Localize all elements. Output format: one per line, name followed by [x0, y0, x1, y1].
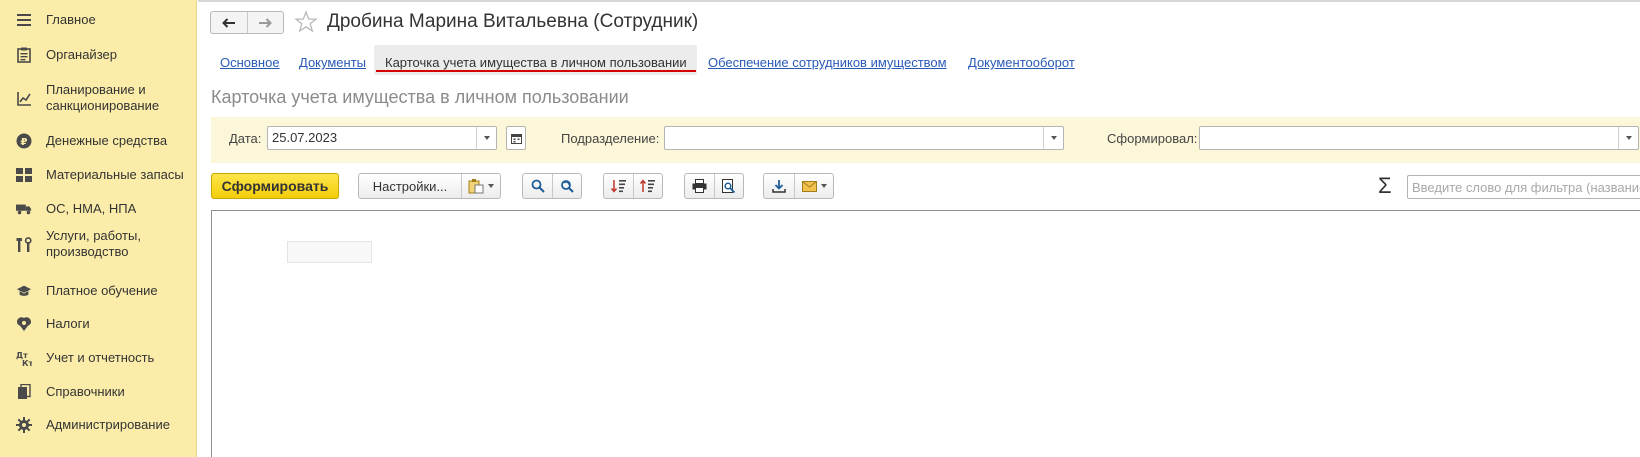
sum-icon[interactable]: Σ — [1378, 175, 1392, 197]
download-icon — [772, 180, 786, 193]
menu-icon — [16, 12, 32, 28]
inventory-grid-icon — [16, 167, 32, 183]
tab-documents[interactable]: Документы — [299, 55, 366, 70]
filter-input[interactable] — [1407, 175, 1640, 199]
sidebar-item-money[interactable]: ₽ Денежные средства — [0, 133, 196, 149]
gear-icon — [16, 417, 32, 433]
sidebar-item-label: Услуги, работы, производство — [46, 228, 141, 259]
back-button[interactable] — [211, 12, 247, 33]
settings-group: Настройки... — [358, 173, 501, 199]
arrow-left-icon — [222, 17, 235, 28]
search-icon — [531, 179, 545, 193]
sidebar-item-label: Учет и отчетность — [46, 350, 155, 365]
print-preview-button[interactable] — [714, 174, 743, 198]
print-group — [684, 173, 744, 199]
sidebar-item-planning[interactable]: Планирование и санкционирование — [0, 82, 196, 116]
tab-document-flow[interactable]: Документооборот — [968, 55, 1075, 70]
active-tab-indicator — [376, 70, 696, 72]
print-button[interactable] — [685, 174, 714, 198]
sidebar-item-label: Денежные средства — [46, 133, 168, 148]
envelope-icon — [801, 180, 817, 192]
emblem-icon — [16, 316, 32, 332]
tools-icon — [16, 237, 32, 253]
sort-ascending-button[interactable] — [604, 174, 633, 198]
forward-button[interactable] — [246, 12, 283, 33]
sort-descending-icon — [640, 179, 655, 193]
page-title: Дробина Марина Витальевна (Сотрудник) — [327, 11, 699, 32]
sidebar-item-label: Материальные запасы — [46, 167, 184, 182]
date-label: Дата: — [229, 131, 262, 146]
top-divider — [198, 0, 1640, 2]
sidebar-item-materials[interactable]: Материальные запасы — [0, 167, 196, 183]
find-button[interactable] — [523, 174, 552, 198]
history-nav — [210, 11, 284, 34]
subdivision-dropdown-button[interactable] — [1043, 127, 1063, 149]
sidebar-item-paid-education[interactable]: Платное обучение — [0, 283, 196, 299]
sidebar-item-label: ОС, НМА, НПА — [46, 201, 137, 216]
sidebar-item-label: Администрирование — [46, 417, 170, 432]
books-icon — [16, 384, 32, 400]
tab-main[interactable]: Основное — [220, 55, 280, 70]
sidebar-item-label: Налоги — [46, 316, 90, 331]
report-empty-cell — [287, 241, 372, 263]
favorite-star-icon[interactable] — [294, 10, 318, 34]
export-group — [763, 173, 834, 199]
report-variants-icon — [468, 179, 484, 194]
generate-button[interactable]: Сформировать — [211, 173, 339, 199]
send-email-button[interactable] — [794, 174, 833, 198]
subdivision-field[interactable] — [664, 126, 1064, 150]
chevron-down-icon — [488, 184, 494, 188]
calendar-icon — [510, 133, 522, 144]
svg-text:Кт: Кт — [22, 359, 32, 366]
sidebar-item-taxes[interactable]: Налоги — [0, 316, 196, 332]
sidebar-item-label: Главное — [46, 12, 96, 27]
truck-icon — [16, 201, 32, 217]
debit-credit-icon: Дт Кт — [16, 350, 32, 366]
planning-chart-icon — [16, 91, 32, 107]
print-preview-icon — [722, 178, 736, 193]
clipboard-icon — [16, 47, 32, 63]
sidebar: Главное Органайзер Планирование и санкци… — [0, 0, 197, 457]
sidebar-item-main[interactable]: Главное — [0, 12, 196, 28]
report-parameters: Дата: 25.07.2023 Подразделение: Сформиро… — [211, 117, 1640, 163]
sidebar-item-organizer[interactable]: Органайзер — [0, 47, 196, 63]
subdivision-label: Подразделение: — [561, 131, 660, 146]
report-document[interactable] — [211, 210, 1640, 457]
tab-employee-provisioning[interactable]: Обеспечение сотрудников имуществом — [708, 55, 947, 70]
arrow-right-icon — [259, 17, 273, 28]
sort-ascending-icon — [610, 180, 626, 193]
calendar-button[interactable] — [506, 126, 526, 150]
tab-property-card[interactable]: Карточка учета имущества в личном пользо… — [385, 55, 687, 70]
ruble-coin-icon: ₽ — [16, 133, 32, 149]
sidebar-item-services[interactable]: Услуги, работы, производство — [0, 228, 196, 262]
save-button[interactable] — [764, 174, 794, 198]
date-value: 25.07.2023 — [272, 130, 338, 145]
date-dropdown-button[interactable] — [476, 127, 496, 149]
svg-text:₽: ₽ — [21, 137, 28, 148]
formed-by-label: Сформировал: — [1107, 131, 1198, 146]
printer-icon — [692, 179, 707, 193]
sidebar-item-label: Платное обучение — [46, 283, 158, 298]
graduation-cap-icon — [16, 283, 32, 299]
sort-descending-button[interactable] — [633, 174, 662, 198]
sidebar-item-accounting[interactable]: Дт Кт Учет и отчетность — [0, 350, 196, 366]
variants-button[interactable] — [461, 174, 500, 198]
sort-group — [603, 173, 663, 199]
find-next-button[interactable] — [552, 174, 581, 198]
sidebar-item-directories[interactable]: Справочники — [0, 384, 196, 400]
sidebar-item-fixed-assets[interactable]: ОС, НМА, НПА — [0, 201, 196, 217]
settings-button[interactable]: Настройки... — [359, 174, 461, 198]
sidebar-item-administration[interactable]: Администрирование — [0, 417, 196, 433]
sidebar-item-label: Планирование и санкционирование — [46, 82, 160, 113]
date-field[interactable]: 25.07.2023 — [267, 126, 497, 150]
sidebar-item-label: Справочники — [46, 384, 125, 399]
chevron-down-icon — [820, 184, 827, 188]
formed-by-dropdown-button[interactable] — [1618, 127, 1638, 149]
search-group — [522, 173, 582, 199]
sidebar-item-label: Органайзер — [46, 47, 117, 62]
report-title: Карточка учета имущества в личном пользо… — [211, 87, 629, 107]
formed-by-field[interactable] — [1199, 126, 1639, 150]
search-next-icon — [561, 180, 574, 193]
